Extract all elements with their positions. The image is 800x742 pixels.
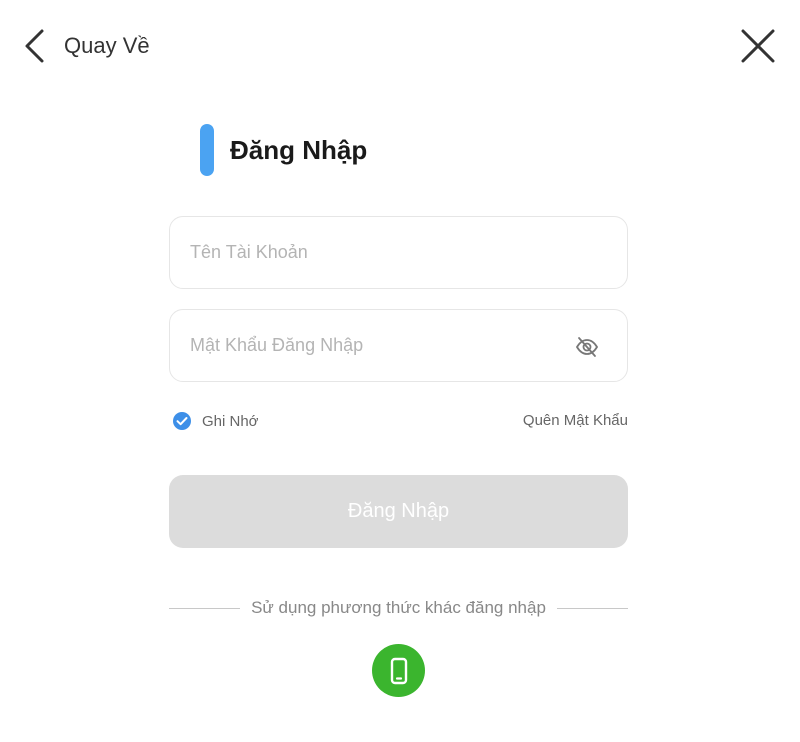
password-field[interactable] [169,309,628,382]
remember-me-checkbox[interactable]: Ghi Nhớ [172,411,259,431]
divider-line-right [556,607,629,609]
close-icon [741,29,775,63]
chevron-left-icon [25,29,44,63]
back-label: Quay Về [64,33,150,58]
remember-me-label: Ghi Nhớ [202,412,259,430]
username-input[interactable] [190,217,560,288]
login-button[interactable]: Đăng Nhập [169,475,628,548]
eye-off-icon [575,337,599,357]
close-button[interactable] [738,26,778,66]
top-bar: Quay Về [0,0,800,90]
checkmark-circle-icon [173,412,191,430]
alt-login-divider: Sử dụng phương thức khác đăng nhập [169,597,629,619]
mobile-phone-icon [390,657,407,684]
divider-line-left [169,607,241,609]
back-button[interactable]: Quay Về [22,28,150,64]
title-accent-bar [200,124,214,176]
forgot-password-link[interactable]: Quên Mật Khẩu [523,411,628,431]
login-heading: Đăng Nhập [200,124,367,176]
page-title: Đăng Nhập [230,134,368,165]
username-field[interactable] [169,216,628,289]
divider-text: Sử dụng phương thức khác đăng nhập [251,598,546,617]
toggle-password-visibility[interactable] [574,334,600,360]
password-input[interactable] [190,310,560,381]
phone-login-button[interactable] [372,644,425,697]
